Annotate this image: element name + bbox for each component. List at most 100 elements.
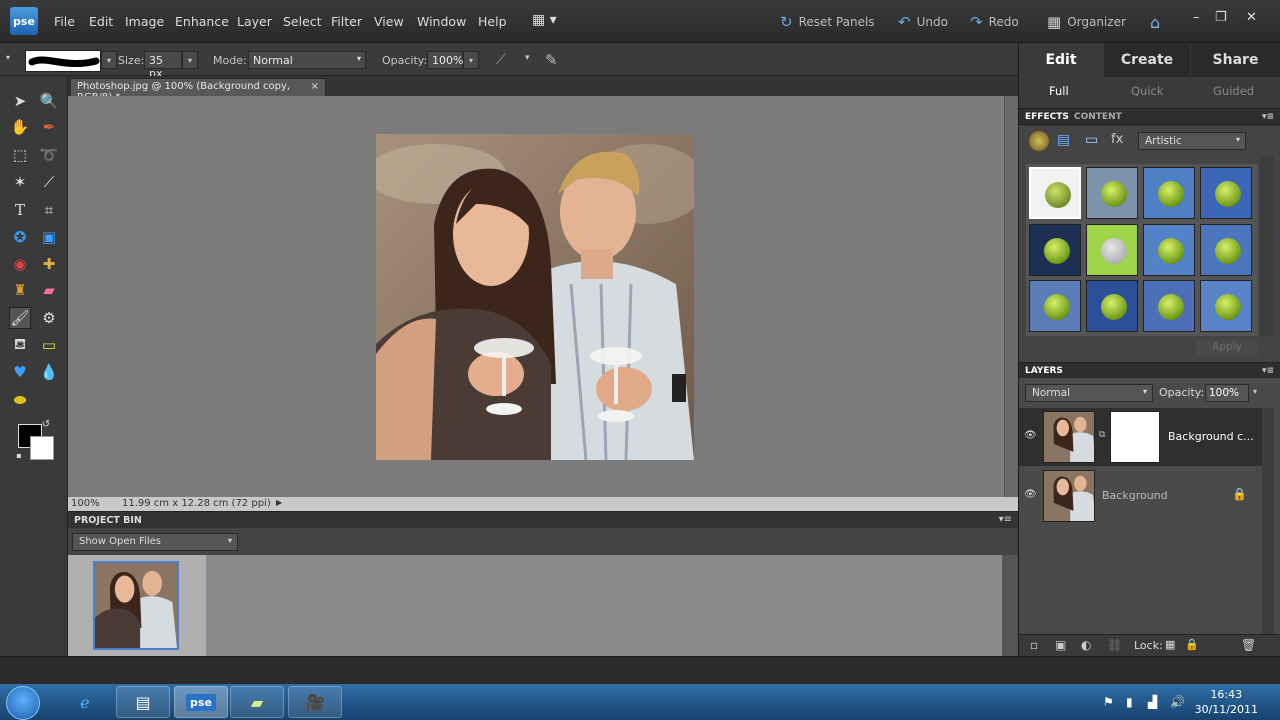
menu-enhance[interactable]: Enhance bbox=[175, 14, 229, 29]
opacity-dropdown-arrow-icon[interactable]: ▾ bbox=[1253, 387, 1257, 396]
close-document-icon[interactable]: × bbox=[311, 81, 319, 92]
size-slider-dropdown[interactable]: ▾ bbox=[182, 51, 198, 69]
volume-icon[interactable]: 🔊 bbox=[1170, 695, 1185, 709]
smart-brush-tool-icon[interactable]: ⚙ bbox=[38, 307, 60, 329]
brush-options-arrow-icon[interactable]: ▾ bbox=[525, 53, 530, 63]
tab-effects[interactable]: EFFECTS bbox=[1025, 112, 1069, 122]
redo-button[interactable]: ↷ Redo bbox=[970, 13, 1019, 31]
status-menu-arrow-icon[interactable]: ▶ bbox=[276, 498, 282, 507]
lock-transparent-icon[interactable]: ▦ bbox=[1165, 638, 1175, 651]
undo-button[interactable]: ↶ Undo bbox=[898, 13, 948, 31]
brush-picker-dropdown[interactable]: ▾ bbox=[101, 51, 117, 69]
file-explorer-icon[interactable]: ▤ bbox=[116, 686, 170, 718]
effect-thumbnail[interactable] bbox=[1086, 280, 1138, 332]
effect-thumbnail[interactable] bbox=[1143, 167, 1195, 219]
workspace-layout-icon[interactable]: ▦ ▾ bbox=[532, 12, 557, 28]
red-eye-tool-icon[interactable]: ◉ bbox=[9, 253, 31, 275]
network-icon[interactable]: ▟ bbox=[1148, 695, 1157, 709]
close-icon[interactable]: ✕ bbox=[1246, 10, 1257, 25]
action-center-icon[interactable]: ⚑ bbox=[1103, 695, 1114, 709]
background-color-swatch[interactable] bbox=[30, 436, 54, 460]
app-logo[interactable]: pse bbox=[10, 7, 38, 35]
healing-brush-tool-icon[interactable]: ✚ bbox=[38, 253, 60, 275]
adjustment-layer-icon[interactable]: ◐ bbox=[1081, 638, 1091, 652]
effect-thumbnail[interactable] bbox=[1143, 224, 1195, 276]
tab-share[interactable]: Share bbox=[1191, 43, 1280, 77]
tab-edit[interactable]: Edit bbox=[1019, 43, 1103, 77]
home-icon[interactable]: ⌂ bbox=[1150, 13, 1160, 32]
panel-menu-icon[interactable]: ▾≡ bbox=[1262, 112, 1274, 122]
photo-effects-icon[interactable]: ▭ bbox=[1085, 132, 1098, 148]
photoshop-elements-taskbar-button[interactable]: pse bbox=[174, 686, 228, 718]
system-clock[interactable]: 16:43 30/11/2011 bbox=[1195, 687, 1258, 717]
lasso-tool-icon[interactable]: ➰ bbox=[38, 144, 60, 166]
custom-shape-tool-icon[interactable]: ♥ bbox=[9, 361, 31, 383]
crop-tool-icon[interactable]: ⌗ bbox=[38, 199, 60, 221]
link-layers-icon[interactable]: ⛓ bbox=[1107, 638, 1122, 652]
project-bin-thumbnail[interactable] bbox=[93, 561, 179, 650]
menu-help[interactable]: Help bbox=[478, 14, 507, 29]
zoom-tool-icon[interactable]: 🔍 bbox=[38, 90, 60, 112]
effect-thumbnail[interactable] bbox=[1200, 280, 1252, 332]
mode-select[interactable]: Normal ▾ bbox=[248, 51, 366, 69]
opacity-slider-dropdown[interactable]: ▾ bbox=[463, 51, 479, 69]
recompose-tool-icon[interactable]: ▣ bbox=[38, 226, 60, 248]
menu-layer[interactable]: Layer bbox=[237, 14, 272, 29]
effects-scrollbar[interactable] bbox=[1260, 156, 1274, 336]
mode-quick[interactable]: Quick bbox=[1131, 84, 1164, 98]
opacity-input[interactable]: 100% bbox=[427, 51, 463, 69]
mode-full[interactable]: Full bbox=[1049, 84, 1069, 98]
effect-thumbnail[interactable] bbox=[1029, 280, 1081, 332]
new-layer-icon[interactable]: ▫ bbox=[1030, 638, 1038, 652]
effect-thumbnail[interactable] bbox=[1143, 280, 1195, 332]
blend-mode-select[interactable]: Normal ▾ bbox=[1025, 384, 1153, 402]
layer-row[interactable]: 👁 ⧉ Background c... bbox=[1019, 408, 1262, 466]
tool-preset-arrow-icon[interactable]: ▾ bbox=[6, 53, 10, 62]
eye-icon[interactable]: 👁 bbox=[1024, 430, 1037, 441]
eye-icon[interactable]: 👁 bbox=[1024, 489, 1037, 500]
start-button[interactable] bbox=[6, 686, 40, 720]
mode-guided[interactable]: Guided bbox=[1213, 84, 1254, 98]
effect-thumbnail[interactable] bbox=[1086, 224, 1138, 276]
menu-window[interactable]: Window bbox=[417, 14, 466, 29]
panel-menu-icon[interactable]: ▾≡ bbox=[1262, 366, 1274, 376]
menu-filter[interactable]: Filter bbox=[331, 14, 362, 29]
eraser-tool-icon[interactable]: ▰ bbox=[38, 279, 60, 301]
internet-explorer-icon[interactable]: ℯ bbox=[58, 686, 112, 718]
menu-select[interactable]: Select bbox=[283, 14, 322, 29]
tab-create[interactable]: Create bbox=[1104, 43, 1190, 77]
menu-image[interactable]: Image bbox=[125, 14, 164, 29]
lock-all-icon[interactable]: 🔒 bbox=[1185, 638, 1199, 651]
video-camera-icon[interactable]: 🎥 bbox=[288, 686, 342, 718]
layers-scrollbar[interactable] bbox=[1262, 408, 1274, 634]
panel-menu-icon[interactable]: ▾≡ bbox=[999, 514, 1012, 525]
tablet-brush-icon[interactable]: ✎ bbox=[545, 51, 558, 69]
swap-colors-icon[interactable]: ↺ bbox=[40, 418, 52, 430]
minimize-icon[interactable]: – bbox=[1193, 10, 1200, 25]
effects-category-select[interactable]: Artistic ▾ bbox=[1138, 132, 1246, 150]
move-tool-icon[interactable]: ➤ bbox=[9, 90, 31, 112]
clone-stamp-tool-icon[interactable]: ♜ bbox=[9, 279, 31, 301]
magic-wand-tool-icon[interactable]: ✶ bbox=[9, 171, 31, 193]
effect-thumbnail[interactable] bbox=[1200, 224, 1252, 276]
effect-thumbnail[interactable] bbox=[1029, 224, 1081, 276]
cookie-cutter-tool-icon[interactable]: ✪ bbox=[9, 226, 31, 248]
new-group-icon[interactable]: ▣ bbox=[1055, 638, 1066, 652]
layer-mask-link-icon[interactable]: ⧉ bbox=[1099, 430, 1105, 440]
gradient-tool-icon[interactable]: ▭ bbox=[38, 334, 60, 356]
layer-opacity-input[interactable]: 100% bbox=[1205, 384, 1249, 402]
layer-styles-icon[interactable]: ▤ bbox=[1057, 132, 1070, 148]
menu-edit[interactable]: Edit bbox=[89, 14, 113, 29]
brush-preview[interactable] bbox=[25, 50, 101, 72]
menu-file[interactable]: File bbox=[54, 14, 75, 29]
default-colors-icon[interactable]: ▪ bbox=[14, 450, 24, 460]
tab-content[interactable]: CONTENT bbox=[1074, 112, 1122, 122]
battery-icon[interactable]: ▮ bbox=[1126, 695, 1133, 709]
effect-thumbnail[interactable] bbox=[1200, 167, 1252, 219]
effect-thumbnail[interactable] bbox=[1086, 167, 1138, 219]
document-tab[interactable]: Photoshop.jpg @ 100% (Background copy, R… bbox=[70, 78, 326, 103]
project-bin-filter-select[interactable]: Show Open Files ▾ bbox=[72, 533, 238, 551]
airbrush-icon[interactable]: ⟋ bbox=[496, 52, 506, 68]
layer-mask-thumbnail[interactable] bbox=[1110, 411, 1160, 463]
reset-panels-button[interactable]: ↻ Reset Panels bbox=[780, 13, 875, 31]
